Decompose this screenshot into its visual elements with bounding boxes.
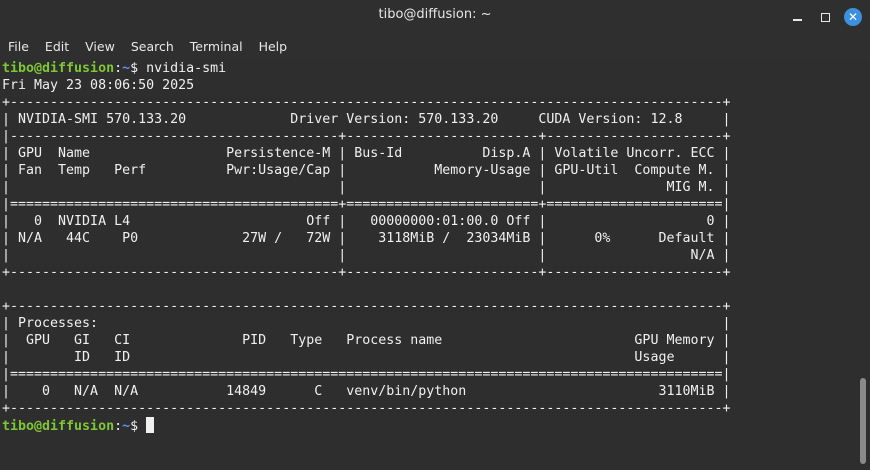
menu-terminal[interactable]: Terminal	[182, 34, 251, 60]
output-line: | | | MIG M. |	[2, 180, 731, 195]
minimize-button[interactable]	[786, 6, 808, 28]
prompt-colon: :	[114, 419, 123, 434]
menu-search[interactable]: Search	[123, 34, 182, 60]
command-line: tibo@diffusion:~$ nvidia-smi	[2, 60, 858, 77]
prompt-colon: :	[114, 61, 123, 76]
command-text: nvidia-smi	[146, 61, 227, 76]
output-line: +---------------------------------------…	[2, 265, 731, 280]
output-line: | GPU GI CI PID Type Process name GPU Me…	[2, 333, 731, 348]
output-line: | | | N/A |	[2, 248, 731, 263]
menu-file[interactable]: File	[0, 34, 37, 60]
output-line: |=======================================…	[2, 197, 731, 212]
output-line: |---------------------------------------…	[2, 129, 731, 144]
maximize-icon	[820, 12, 830, 22]
output-line: | ID ID Usage |	[2, 350, 731, 365]
output-lines: Fri May 23 08:06:50 2025 +---------------…	[2, 77, 858, 417]
output-line: | Processes: |	[2, 316, 731, 331]
text-cursor	[146, 417, 155, 433]
active-prompt-line[interactable]: tibo@diffusion:~$	[2, 417, 858, 434]
menu-bar: File Edit View Search Terminal Help	[0, 34, 870, 60]
prompt-symbol: $	[130, 419, 147, 434]
title-bar[interactable]: tibo@diffusion: ~ ✕	[0, 0, 870, 34]
output-line: | 0 NVIDIA L4 Off | 00000000:01:00.0 Off…	[2, 214, 731, 229]
prompt-path: ~	[122, 419, 131, 434]
prompt-symbol: $	[130, 61, 147, 76]
menu-edit[interactable]: Edit	[37, 34, 77, 60]
scrollbar-thumb[interactable]	[860, 378, 866, 464]
scrollbar[interactable]	[858, 60, 870, 470]
terminal-output[interactable]: tibo@diffusion:~$ nvidia-smi Fri May 23 …	[0, 60, 858, 470]
terminal-window: tibo@diffusion: ~ ✕ File Edit View Searc…	[0, 0, 870, 470]
output-line: Fri May 23 08:06:50 2025	[2, 78, 195, 93]
minimize-icon	[792, 19, 802, 21]
output-line: | Fan Temp Perf Pwr:Usage/Cap | Memory-U…	[2, 163, 731, 178]
maximize-button[interactable]	[814, 6, 836, 28]
window-title: tibo@diffusion: ~	[378, 7, 492, 22]
prompt-user-host: tibo@diffusion	[2, 61, 115, 76]
output-line: | 0 N/A N/A 14849 C venv/bin/python 3110…	[2, 384, 731, 399]
output-line: | NVIDIA-SMI 570.133.20 Driver Version: …	[2, 112, 731, 127]
output-line: +---------------------------------------…	[2, 95, 731, 110]
output-line: | GPU Name Persistence-M | Bus-Id Disp.A…	[2, 146, 731, 161]
close-icon: ✕	[844, 8, 862, 26]
prompt-user-host: tibo@diffusion	[2, 419, 115, 434]
output-line: |=======================================…	[2, 367, 731, 382]
output-line: +---------------------------------------…	[2, 401, 731, 416]
prompt-path: ~	[122, 61, 131, 76]
output-line: +---------------------------------------…	[2, 299, 731, 314]
close-button[interactable]: ✕	[842, 6, 864, 28]
menu-view[interactable]: View	[77, 34, 123, 60]
output-line: | N/A 44C P0 27W / 72W | 3118MiB / 23034…	[2, 231, 731, 246]
menu-help[interactable]: Help	[251, 34, 296, 60]
